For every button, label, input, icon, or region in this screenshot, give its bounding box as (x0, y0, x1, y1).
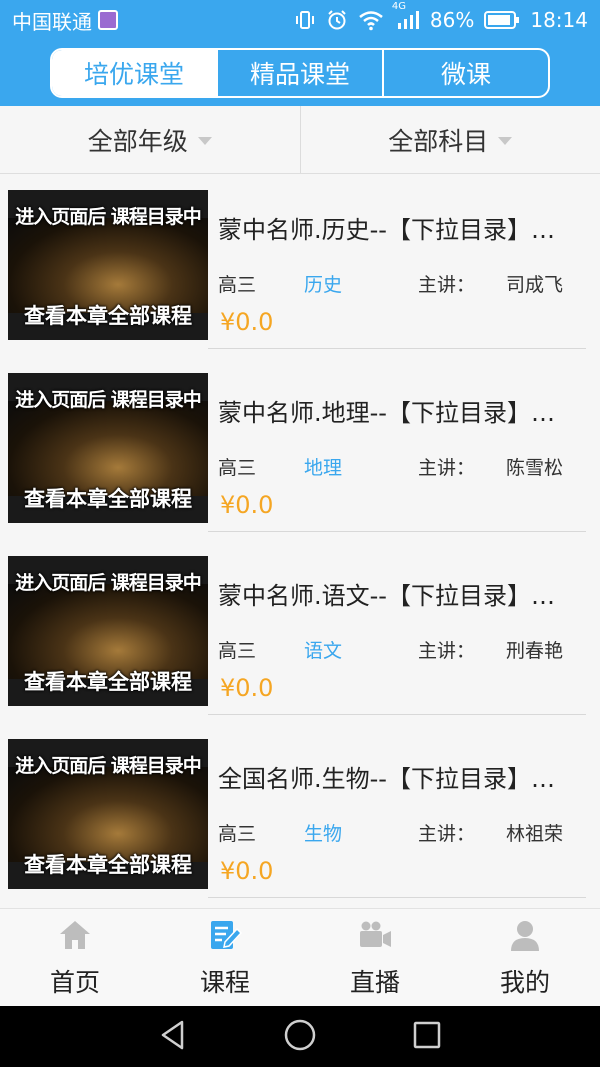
course-meta: 高三 历史 主讲： 司成飞 (218, 270, 588, 296)
course-icon (205, 915, 245, 955)
nav-live-label: 直播 (349, 968, 400, 997)
battery-percent: 86% (429, 8, 475, 32)
course-grade: 高三 (218, 274, 257, 296)
tab-peiyou[interactable]: 培优课堂 (52, 50, 216, 96)
course-price: ¥0.0 (220, 857, 274, 885)
course-title: 蒙中名师.历史--【下拉目录】点击进入 (218, 216, 578, 244)
system-nav-bar (0, 1006, 600, 1067)
course-item[interactable]: 进入页面后 课程目录中 查看本章全部课程 蒙中名师.地理--【下拉目录】点击进入… (0, 357, 600, 540)
thumbnail-caption-top: 进入页面后 课程目录中 (15, 206, 202, 228)
course-subject: 语文 (304, 640, 343, 662)
status-bar: 中国联通 4G 86% 18:14 (0, 0, 600, 40)
top-bar: 培优课堂 精品课堂 微课 (0, 40, 600, 106)
nav-course[interactable]: 课程 (150, 909, 300, 1006)
alarm-icon (326, 9, 348, 31)
course-thumbnail: 进入页面后 课程目录中 查看本章全部课程 (8, 373, 208, 523)
live-camera-icon (355, 915, 395, 955)
grade-filter[interactable]: 全部年级 (0, 106, 300, 173)
thumbnail-image (8, 218, 208, 313)
thumbnail-image (8, 584, 208, 679)
lecturer-name: 司成飞 (506, 274, 564, 296)
course-title: 蒙中名师.地理--【下拉目录】点击进入 (218, 399, 578, 427)
user-icon (505, 915, 545, 955)
course-item[interactable]: 进入页面后 课程目录中 查看本章全部课程 蒙中名师.历史--【下拉目录】点击进入… (0, 174, 600, 357)
clock: 18:14 (530, 8, 588, 32)
tab-jingpin[interactable]: 精品课堂 (216, 50, 382, 96)
course-meta: 高三 生物 主讲： 林祖荣 (218, 819, 588, 845)
divider (208, 714, 586, 715)
thumbnail-image (8, 401, 208, 496)
course-list: 进入页面后 课程目录中 查看本章全部课程 蒙中名师.历史--【下拉目录】点击进入… (0, 174, 600, 908)
subject-filter-label: 全部科目 (388, 126, 489, 156)
course-price: ¥0.0 (220, 674, 274, 702)
carrier-name: 中国联通 (12, 9, 92, 34)
course-item[interactable]: 进入页面后 课程目录中 查看本章全部课程 蒙中名师.语文--【下拉目录】点击进入… (0, 540, 600, 723)
tab-weike[interactable]: 微课 (382, 50, 548, 96)
notification-app-icon (98, 10, 118, 30)
divider (208, 531, 586, 532)
signal-icon: 4G (392, 1, 420, 31)
thumbnail-caption-bottom: 查看本章全部课程 (24, 487, 192, 511)
battery-icon (484, 10, 520, 30)
thumbnail-caption-top: 进入页面后 课程目录中 (15, 389, 202, 411)
course-thumbnail: 进入页面后 课程目录中 查看本章全部课程 (8, 739, 208, 889)
course-title: 全国名师.生物--【下拉目录】点击进入 (218, 765, 578, 793)
subject-filter[interactable]: 全部科目 (299, 106, 600, 173)
course-grade: 高三 (218, 457, 257, 479)
nav-home-label: 首页 (49, 968, 100, 997)
lecturer-label: 主讲： (418, 640, 476, 662)
lecturer-name: 陈雪松 (506, 457, 564, 479)
thumbnail-caption-top: 进入页面后 课程目录中 (15, 755, 202, 777)
network-type: 4G (391, 1, 407, 12)
vibrate-icon (294, 9, 316, 31)
chevron-down-icon (498, 136, 513, 145)
course-price: ¥0.0 (220, 308, 274, 336)
back-icon[interactable] (158, 1019, 188, 1055)
course-subject: 历史 (304, 274, 343, 296)
lecturer-name: 刑春艳 (506, 640, 564, 662)
lecturer-name: 林祖荣 (506, 823, 564, 845)
course-grade: 高三 (218, 640, 257, 662)
course-thumbnail: 进入页面后 课程目录中 查看本章全部课程 (8, 190, 208, 340)
thumbnail-image (8, 767, 208, 862)
home-icon (55, 915, 95, 955)
bottom-nav: 首页 课程 直播 我的 (0, 908, 600, 1006)
course-thumbnail: 进入页面后 课程目录中 查看本章全部课程 (8, 556, 208, 706)
nav-mine[interactable]: 我的 (450, 909, 600, 1006)
wifi-icon (358, 9, 384, 31)
nav-home[interactable]: 首页 (0, 909, 150, 1006)
nav-course-label: 课程 (199, 968, 250, 997)
thumbnail-caption-bottom: 查看本章全部课程 (24, 670, 192, 694)
lecturer-label: 主讲： (418, 274, 476, 296)
divider (208, 348, 586, 349)
thumbnail-caption-bottom: 查看本章全部课程 (24, 853, 192, 877)
thumbnail-caption-top: 进入页面后 课程目录中 (15, 572, 202, 594)
lecturer-label: 主讲： (418, 457, 476, 479)
course-meta: 高三 地理 主讲： 陈雪松 (218, 453, 588, 479)
lecturer-label: 主讲： (418, 823, 476, 845)
carrier-group: 中国联通 (12, 6, 118, 35)
nav-mine-label: 我的 (499, 968, 550, 997)
course-subject: 生物 (304, 823, 343, 845)
status-right: 4G 86% 18:14 (294, 1, 588, 32)
grade-filter-label: 全部年级 (87, 126, 188, 156)
nav-live[interactable]: 直播 (300, 909, 450, 1006)
course-title: 蒙中名师.语文--【下拉目录】点击进入 (218, 582, 578, 610)
course-meta: 高三 语文 主讲： 刑春艳 (218, 636, 588, 662)
recent-apps-icon[interactable] (412, 1020, 442, 1054)
divider (208, 897, 586, 898)
course-type-tabs: 培优课堂 精品课堂 微课 (50, 48, 550, 98)
course-grade: 高三 (218, 823, 257, 845)
course-price: ¥0.0 (220, 491, 274, 519)
home-button-icon[interactable] (283, 1018, 317, 1056)
thumbnail-caption-bottom: 查看本章全部课程 (24, 304, 192, 328)
course-subject: 地理 (304, 457, 343, 479)
course-item[interactable]: 进入页面后 课程目录中 查看本章全部课程 全国名师.生物--【下拉目录】点击进入… (0, 723, 600, 906)
filter-bar: 全部年级 全部科目 (0, 106, 600, 174)
chevron-down-icon (197, 136, 212, 145)
